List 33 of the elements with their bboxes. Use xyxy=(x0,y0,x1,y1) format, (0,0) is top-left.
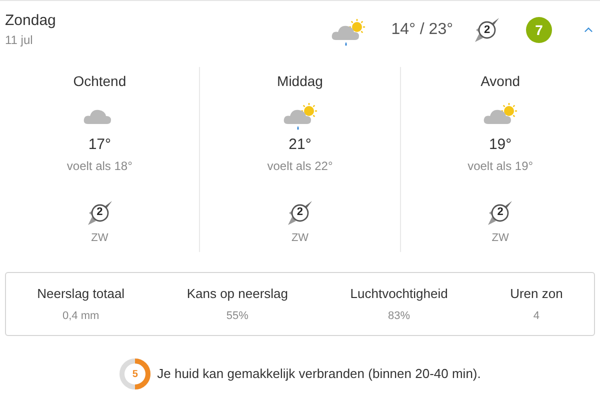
temperature: 19° xyxy=(488,135,512,155)
day-name: Zondag xyxy=(5,11,56,31)
chevron-icon xyxy=(584,27,592,33)
cloud-sun-rain-icon xyxy=(330,18,366,48)
uv-message: Je huid kan gemakkelijk verbranden (binnen 20-40 min). xyxy=(157,365,481,384)
wind-force: 2 xyxy=(482,22,492,38)
stat-label: Luchtvochtigheid xyxy=(350,285,448,303)
feels-like: voelt als 18° xyxy=(66,158,132,174)
temperature: 17° xyxy=(88,135,111,155)
wind-force: 2 xyxy=(496,205,504,220)
stat-value: 83% xyxy=(388,308,410,324)
period-name: Middag xyxy=(277,72,323,91)
stat-label: Uren zon xyxy=(510,285,563,303)
wind-direction: ZW xyxy=(291,230,309,246)
wind-force: 2 xyxy=(296,205,304,220)
feels-like: voelt als 19° xyxy=(468,158,534,174)
temperature-range: 14° / 23° xyxy=(391,20,453,40)
stat-label: Kans op neerslag xyxy=(186,285,288,303)
wind-force: 2 xyxy=(96,205,104,220)
period-name: Avond xyxy=(480,72,520,91)
temperature: 21° xyxy=(288,135,312,155)
day-date: 11 jul xyxy=(5,32,34,49)
cloud-sun-rain-icon xyxy=(282,102,318,132)
period-name: Ochtend xyxy=(73,72,126,91)
wind-direction: ZW xyxy=(91,230,108,246)
stat-value: 0,4 mm xyxy=(62,308,100,324)
feels-like: voelt als 22° xyxy=(267,158,333,174)
stat-value: 4 xyxy=(533,308,540,324)
stat-value: 55% xyxy=(226,308,248,324)
stat-label: Neerslag totaal xyxy=(37,285,125,303)
uv-index: 5 xyxy=(131,368,139,382)
wind-direction: ZW xyxy=(492,230,509,246)
score-badge: 7 xyxy=(526,17,552,43)
